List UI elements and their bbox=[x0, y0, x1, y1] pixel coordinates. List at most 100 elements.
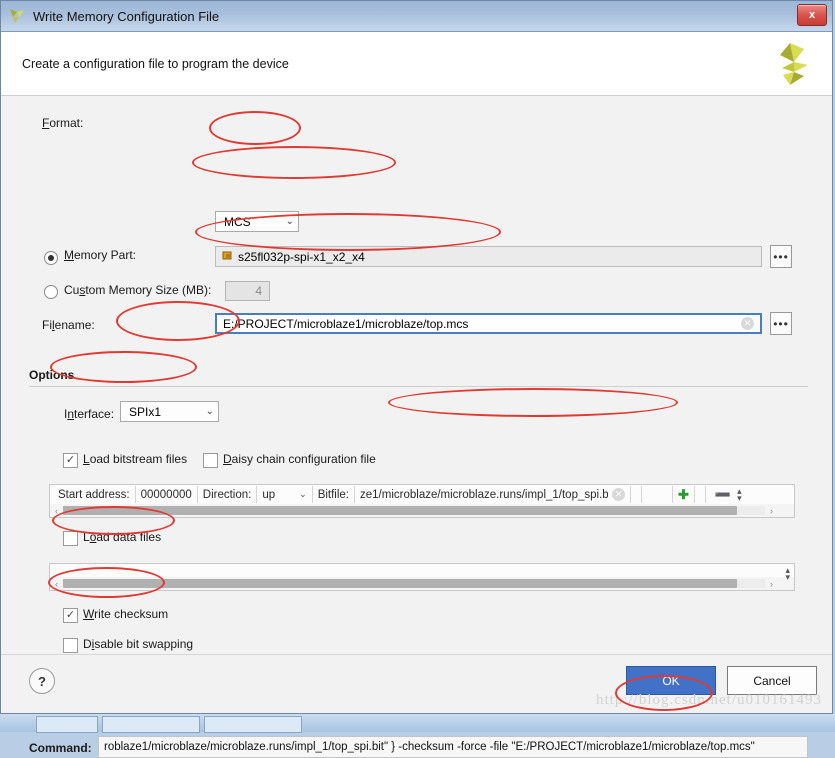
spinner-down-icon[interactable]: ▾ bbox=[785, 574, 790, 581]
ok-button-label: OK bbox=[662, 674, 679, 688]
daisy-chain-label[interactable]: Daisy chain configuration file bbox=[223, 452, 376, 466]
start-address-label: Start address: bbox=[58, 489, 130, 501]
daisy-chain-checkbox[interactable] bbox=[203, 453, 218, 468]
title-bar: Write Memory Configuration File x bbox=[1, 1, 832, 32]
memory-part-value: s25fl032p-spi-x1_x2_x4 bbox=[238, 250, 365, 264]
watermark-text: http://blog.csdn.net/u010161493 bbox=[596, 692, 822, 709]
clear-icon[interactable]: ✕ bbox=[741, 317, 754, 330]
window-title: Write Memory Configuration File bbox=[33, 9, 219, 24]
taskbar-item[interactable] bbox=[204, 716, 302, 733]
custom-memory-size-value: 4 bbox=[255, 284, 262, 298]
options-divider bbox=[29, 386, 808, 387]
bitfile-label: Bitfile: bbox=[318, 489, 349, 501]
check-icon: ✓ bbox=[66, 455, 75, 466]
header-description: Create a configuration file to program t… bbox=[22, 57, 289, 71]
format-label: Format: bbox=[42, 116, 217, 130]
close-button[interactable]: x bbox=[797, 4, 827, 26]
cell-divider bbox=[354, 486, 355, 503]
taskbar bbox=[0, 714, 835, 732]
scroll-left-icon[interactable]: ‹ bbox=[50, 506, 63, 516]
cell-divider bbox=[630, 486, 631, 503]
ok-button[interactable]: OK bbox=[626, 666, 716, 695]
interface-select[interactable]: SPIx1 ⌄ bbox=[120, 401, 219, 422]
cell-divider bbox=[694, 486, 695, 503]
disable-bit-swapping-checkbox[interactable] bbox=[63, 638, 78, 653]
dialog-header: Create a configuration file to program t… bbox=[1, 32, 832, 96]
options-group-title: Options bbox=[29, 368, 74, 382]
chevron-down-icon: ⌄ bbox=[286, 216, 294, 227]
taskbar-item[interactable] bbox=[102, 716, 200, 733]
scroll-track[interactable] bbox=[63, 506, 765, 515]
dialog-footer: ? OK Cancel http://blog.csdn.net/u010161… bbox=[1, 654, 832, 713]
command-label: Command: bbox=[29, 741, 92, 755]
cancel-button-label: Cancel bbox=[753, 674, 790, 688]
bitfile-value[interactable]: ze1/microblaze/microblaze.runs/impl_1/to… bbox=[360, 489, 608, 501]
cell-divider bbox=[672, 486, 673, 503]
cell-divider bbox=[256, 486, 257, 503]
cell-divider bbox=[135, 486, 136, 503]
cell-divider bbox=[197, 486, 198, 503]
load-bitstream-label[interactable]: Load bitstream files bbox=[83, 452, 187, 466]
format-select[interactable]: MCS ⌄ bbox=[215, 211, 299, 232]
format-value: MCS bbox=[224, 215, 251, 229]
scroll-left-icon[interactable]: ‹ bbox=[50, 579, 63, 589]
write-checksum-label[interactable]: Write checksum bbox=[83, 607, 168, 621]
cell-divider bbox=[312, 486, 313, 503]
interface-label: Interface: bbox=[64, 407, 114, 421]
load-bitstream-checkbox[interactable]: ✓ bbox=[63, 453, 78, 468]
scroll-right-icon[interactable]: › bbox=[765, 579, 778, 589]
vivado-logo-icon bbox=[9, 8, 27, 24]
memory-part-radio[interactable] bbox=[44, 251, 58, 265]
scroll-right-icon[interactable]: › bbox=[765, 506, 778, 516]
cell-divider bbox=[641, 486, 642, 503]
filename-browse-button[interactable]: ••• bbox=[770, 312, 792, 335]
remove-bitstream-button[interactable]: ➖ bbox=[715, 487, 731, 503]
check-icon: ✓ bbox=[66, 610, 75, 621]
interface-value: SPIx1 bbox=[129, 405, 161, 419]
direction-label: Direction: bbox=[203, 489, 252, 501]
disable-bit-swapping-label[interactable]: Disable bit swapping bbox=[83, 637, 193, 651]
direction-value[interactable]: up bbox=[262, 489, 275, 501]
bitstream-table-row: Start address: 00000000 Direction: up ⌄ … bbox=[50, 485, 794, 504]
taskbar-item[interactable] bbox=[36, 716, 98, 733]
xilinx-vivado-logo-icon bbox=[770, 42, 810, 86]
ellipsis-icon: ••• bbox=[773, 250, 789, 264]
spinner-down-icon[interactable]: ▾ bbox=[737, 495, 742, 502]
add-bitstream-button[interactable]: ✚ bbox=[678, 487, 689, 503]
load-data-files-checkbox[interactable] bbox=[63, 531, 78, 546]
question-mark-icon: ? bbox=[38, 674, 46, 689]
write-checksum-checkbox[interactable]: ✓ bbox=[63, 608, 78, 623]
write-memory-configuration-dialog: Write Memory Configuration File x Create… bbox=[0, 0, 833, 714]
data-files-table: ‹ › ▴ ▾ bbox=[49, 563, 795, 591]
cancel-button[interactable]: Cancel bbox=[727, 666, 817, 695]
custom-memory-size-input[interactable]: 4 bbox=[225, 281, 270, 301]
scroll-track[interactable] bbox=[63, 579, 765, 588]
close-icon: x bbox=[809, 9, 815, 21]
dialog-body: Format: MCS ⌄ Memory Part: s25fl032p-spi… bbox=[1, 96, 832, 713]
memory-part-field[interactable]: s25fl032p-spi-x1_x2_x4 bbox=[215, 246, 762, 267]
bitstream-files-table: Start address: 00000000 Direction: up ⌄ … bbox=[49, 484, 795, 518]
scroll-thumb[interactable] bbox=[63, 579, 737, 588]
custom-memory-size-label: Custom Memory Size (MB): bbox=[64, 283, 211, 297]
format-row: Format: bbox=[42, 116, 217, 130]
clear-icon[interactable]: ✕ bbox=[612, 488, 625, 501]
bitstream-horizontal-scrollbar[interactable]: ‹ › bbox=[50, 504, 794, 517]
data-horizontal-scrollbar[interactable]: ‹ › bbox=[50, 577, 794, 590]
filename-label: Filename: bbox=[42, 318, 95, 332]
chevron-down-icon[interactable]: ⌄ bbox=[299, 489, 307, 500]
ellipsis-icon: ••• bbox=[773, 317, 789, 331]
command-field[interactable]: roblaze1/microblaze/microblaze.runs/impl… bbox=[98, 736, 808, 758]
filename-input[interactable]: E:/PROJECT/microblaze1/microblaze/top.mc… bbox=[215, 313, 762, 334]
scroll-thumb[interactable] bbox=[63, 506, 737, 515]
start-address-value[interactable]: 00000000 bbox=[141, 489, 192, 501]
memory-part-label: Memory Part: bbox=[64, 248, 136, 262]
command-value: roblaze1/microblaze/microblaze.runs/impl… bbox=[104, 741, 755, 753]
custom-memory-size-radio[interactable] bbox=[44, 285, 58, 299]
memory-chip-icon bbox=[222, 250, 233, 264]
memory-part-browse-button[interactable]: ••• bbox=[770, 245, 792, 268]
load-data-files-label[interactable]: Load data files bbox=[83, 530, 161, 544]
help-button[interactable]: ? bbox=[29, 668, 55, 694]
filename-value: E:/PROJECT/microblaze1/microblaze/top.mc… bbox=[223, 317, 468, 331]
cell-divider bbox=[705, 486, 706, 503]
chevron-down-icon: ⌄ bbox=[206, 406, 214, 417]
